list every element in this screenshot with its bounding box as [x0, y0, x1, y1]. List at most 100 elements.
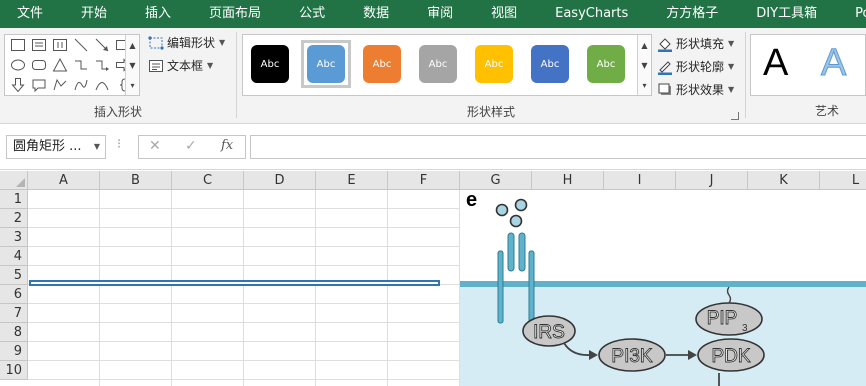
scroll-down-icon[interactable]: ▼ — [129, 61, 135, 70]
column-header[interactable]: B — [100, 171, 172, 190]
pathway-figure-image[interactable]: e IRS PI3K PDK PIP 3 — [460, 190, 866, 386]
tab-9[interactable]: EasyCharts — [536, 0, 647, 28]
edit-shape-button[interactable]: 编辑形状 ▼ — [148, 34, 225, 51]
name-box[interactable]: 圆角矩形 ... ▼ — [6, 135, 106, 159]
rounded-rectangle-icon[interactable] — [31, 57, 47, 73]
vertical-text-box-icon[interactable] — [52, 37, 68, 53]
tab-2[interactable]: 开始 — [62, 0, 126, 28]
callout-icon[interactable] — [31, 77, 47, 93]
paint-bucket-icon — [657, 36, 673, 52]
column-header[interactable]: I — [604, 171, 676, 190]
row-header[interactable]: 3 — [0, 228, 28, 247]
shape-style-swatch[interactable]: Abc — [475, 45, 513, 83]
row-header[interactable]: 5 — [0, 266, 28, 285]
cancel-icon[interactable]: ✕ — [149, 138, 161, 154]
shape-style-swatch[interactable]: Abc — [307, 45, 345, 83]
insert-function-icon[interactable]: fx — [221, 138, 233, 153]
line-icon[interactable] — [73, 37, 89, 53]
cytoplasm-region — [460, 286, 866, 386]
edit-shape-icon — [148, 35, 164, 51]
wordart-sample-black[interactable]: A — [763, 42, 788, 85]
down-arrow-icon[interactable] — [10, 77, 26, 93]
column-header[interactable]: H — [532, 171, 604, 190]
elbow-arrow-icon[interactable] — [94, 57, 110, 73]
node-label-pip: PIP — [707, 308, 738, 329]
tab-8[interactable]: 视图 — [472, 0, 536, 28]
row-header[interactable]: 7 — [0, 304, 28, 323]
row-header[interactable]: 9 — [0, 342, 28, 361]
column-header[interactable]: F — [388, 171, 460, 190]
shape-effects-label: 形状效果 — [676, 83, 725, 97]
wordart-sample-blue[interactable]: A — [820, 42, 846, 85]
oval-icon[interactable] — [10, 57, 26, 73]
scroll-down-icon[interactable]: ▼ — [641, 61, 647, 70]
tab-11[interactable]: DIY工具箱 — [737, 0, 836, 28]
insert-shapes-group: ▲ ▼ ▾ 编辑形状 ▼ 文本框 ▼ 插入形状 — [0, 28, 236, 124]
row-header[interactable]: 10 — [0, 361, 28, 380]
row-header[interactable]: 1 — [0, 190, 28, 209]
column-header[interactable]: A — [28, 171, 100, 190]
tab-6[interactable]: 数据 — [344, 0, 408, 28]
gallery-scrollbar[interactable]: ▲ ▼ ▾ — [637, 35, 651, 95]
tab-4[interactable]: 页面布局 — [190, 0, 280, 28]
tab-10[interactable]: 方方格子 — [647, 0, 737, 28]
curve-icon[interactable] — [73, 77, 89, 93]
row-header[interactable]: 6 — [0, 285, 28, 304]
gallery-scrollbar[interactable]: ▲ ▼ ▾ — [125, 35, 139, 95]
rectangle-icon[interactable] — [10, 37, 26, 53]
column-header[interactable]: K — [748, 171, 820, 190]
tab-5[interactable]: 公式 — [280, 0, 344, 28]
node-label-pdk: PDK — [711, 346, 750, 367]
arrow-line-icon[interactable] — [94, 37, 110, 53]
ligand-molecules — [495, 198, 528, 228]
chevron-down-icon: ▼ — [728, 85, 735, 94]
column-header[interactable]: J — [676, 171, 748, 190]
column-header[interactable]: C — [172, 171, 244, 190]
grid-column-line — [315, 190, 316, 386]
worksheet-grid[interactable]: A B C D E F G H I J K L 1 2 3 4 5 6 7 8 9 10 e IRS — [0, 171, 866, 386]
elbow-connector-icon[interactable] — [73, 57, 89, 73]
select-all-button[interactable] — [0, 171, 28, 190]
shape-style-swatch[interactable]: Abc — [531, 45, 569, 83]
tab-12[interactable]: Power Pivot — [836, 0, 866, 28]
formula-bar: 圆角矩形 ... ▼ ⁝ ✕ ✓ fx — [0, 124, 866, 170]
column-header[interactable]: E — [316, 171, 388, 190]
triangle-icon[interactable] — [52, 57, 68, 73]
shape-style-swatch[interactable]: Abc — [587, 45, 625, 83]
row-header[interactable]: 2 — [0, 209, 28, 228]
tab-7[interactable]: 审阅 — [408, 0, 472, 28]
ribbon-tab-bar: 文件开始插入页面布局公式数据审阅视图EasyCharts方方格子DIY工具箱Po… — [0, 0, 866, 28]
scroll-up-icon[interactable]: ▲ — [641, 41, 647, 50]
wordart-gallery[interactable]: A A — [750, 34, 866, 96]
scroll-up-icon[interactable]: ▲ — [129, 41, 135, 50]
chevron-down-icon: ▼ — [219, 38, 226, 47]
node-label-pi3k: PI3K — [611, 346, 653, 367]
tab-1[interactable]: 文件 — [0, 0, 62, 28]
shape-style-swatch[interactable]: Abc — [419, 45, 457, 83]
shape-fill-button[interactable]: 形状填充 ▼ — [657, 35, 734, 52]
rounded-rectangle-shape[interactable] — [29, 280, 440, 286]
shape-effects-button[interactable]: 形状效果 ▼ — [657, 81, 734, 98]
text-box-button[interactable]: 文本框 ▼ — [148, 57, 213, 74]
shape-style-swatch[interactable]: Abc — [251, 45, 289, 83]
shape-style-gallery[interactable]: Abc Abc Abc Abc Abc Abc Abc ▲ ▼ ▾ — [242, 34, 652, 96]
panel-label: e — [466, 190, 477, 211]
more-icon[interactable]: ▾ — [642, 81, 646, 90]
formula-input[interactable] — [250, 135, 866, 159]
splitter-handle-icon[interactable]: ⁝ — [117, 137, 121, 152]
row-header[interactable]: 8 — [0, 323, 28, 342]
column-header[interactable]: G — [460, 171, 532, 190]
more-icon[interactable]: ▾ — [130, 81, 134, 90]
tab-3[interactable]: 插入 — [126, 0, 190, 28]
column-header[interactable]: L — [820, 171, 866, 190]
enter-icon[interactable]: ✓ — [185, 138, 197, 154]
row-header[interactable]: 4 — [0, 247, 28, 266]
arc-icon[interactable] — [94, 77, 110, 93]
shape-outline-button[interactable]: 形状轮廓 ▼ — [657, 58, 734, 75]
dialog-launcher-icon[interactable] — [731, 112, 739, 120]
freeform-icon[interactable] — [52, 77, 68, 93]
text-box-icon[interactable] — [31, 37, 47, 53]
column-header[interactable]: D — [244, 171, 316, 190]
shape-style-swatch[interactable]: Abc — [363, 45, 401, 83]
shapes-gallery[interactable]: ▲ ▼ ▾ — [4, 34, 140, 96]
